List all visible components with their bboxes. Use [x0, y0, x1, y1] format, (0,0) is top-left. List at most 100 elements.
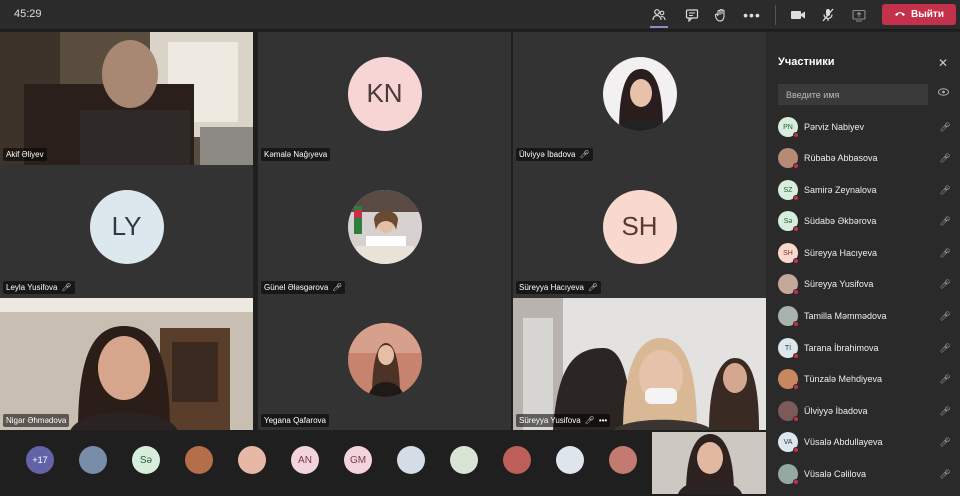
participant-avatar: SH: [602, 189, 677, 264]
participant-name-label: Nigar Əhmədova: [3, 414, 70, 427]
strip-avatar[interactable]: [450, 446, 478, 474]
leave-label: Выйти: [911, 9, 944, 20]
mic-off-icon: 🎤︎: [332, 283, 343, 292]
video-tile[interactable]: Akif Əliyev: [0, 32, 253, 165]
participant-row[interactable]: Vüsalə Cəlilova 🎤︎: [778, 462, 958, 486]
meeting-toolbar: 45:29 ••• Выйти: [0, 0, 960, 30]
participant-name: Vüsalə Abdullayeva: [804, 437, 883, 447]
mic-off-icon: 🎤︎: [939, 278, 951, 289]
participant-avatar: SZ: [778, 180, 799, 201]
mic-off-icon[interactable]: [817, 4, 839, 26]
participant-avatar: Sə: [778, 211, 799, 232]
camera-icon[interactable]: [787, 4, 809, 26]
participant-avatar: [778, 401, 799, 422]
participant-row[interactable]: Süreyya Yusifova 🎤︎: [778, 272, 958, 296]
strip-avatar[interactable]: [609, 446, 637, 474]
raise-hand-icon[interactable]: [710, 4, 732, 26]
visibility-icon[interactable]: [938, 88, 949, 99]
participant-name-label: Kəmalə Nağıyeva: [261, 148, 331, 161]
strip-avatar[interactable]: [503, 446, 531, 474]
more-options-icon[interactable]: •••: [599, 416, 607, 425]
mic-off-icon: 🎤︎: [939, 342, 951, 353]
strip-avatar[interactable]: GM: [344, 446, 372, 474]
participant-name-label: Leyla Yusifova 🎤︎: [3, 281, 75, 294]
strip-avatar[interactable]: [397, 446, 425, 474]
mic-off-icon: 🎤︎: [61, 283, 72, 292]
video-tile[interactable]: Nigar Əhmədova: [0, 298, 253, 431]
leave-button[interactable]: Выйти: [882, 4, 956, 25]
participant-avatar: [347, 322, 422, 397]
participant-name-label: Süreyya Hacıyeva 🎤︎: [516, 281, 602, 294]
participant-row[interactable]: VA Vüsalə Abdullayeva 🎤︎: [778, 430, 958, 454]
participant-name: Tamilla Məmmədova: [804, 311, 887, 321]
participant-avatar: [778, 464, 799, 485]
close-icon[interactable]: ✕: [938, 56, 948, 70]
video-tile[interactable]: Yegana Qafarova: [258, 298, 511, 431]
participant-row[interactable]: PN Pərviz Nabiyev 🎤︎: [778, 115, 958, 139]
strip-avatar[interactable]: AN: [291, 446, 319, 474]
participant-name-label: Akif Əliyev: [3, 148, 47, 161]
participant-name: Ülviyyə İbadova: [804, 406, 868, 416]
people-icon[interactable]: [648, 4, 670, 28]
participant-avatar: Tİ: [778, 338, 799, 359]
participant-row[interactable]: Tİ Tarana İbrahimova 🎤︎: [778, 336, 958, 360]
mic-off-icon: 🎤︎: [939, 405, 951, 416]
participant-name-label: Ülviyyə İbadova 🎤︎: [516, 148, 593, 161]
mic-off-icon: 🎤︎: [939, 310, 951, 321]
participant-video: [513, 298, 766, 431]
mic-off-icon: 🎤︎: [939, 247, 951, 258]
strip-avatar[interactable]: Sə: [132, 446, 160, 474]
mic-off-icon: 🎤︎: [939, 468, 951, 479]
phone-icon: [894, 9, 906, 20]
video-tile[interactable]: LY Leyla Yusifova 🎤︎: [0, 165, 253, 298]
strip-avatar[interactable]: [79, 446, 107, 474]
participant-avatar: [602, 56, 677, 131]
mic-off-icon: 🎤︎: [939, 184, 951, 195]
participant-avatar: [778, 306, 799, 327]
participant-search-input[interactable]: [778, 84, 928, 105]
participant-name: Pərviz Nabiyev: [804, 122, 865, 132]
self-view-image: [652, 432, 766, 494]
participants-panel: Участники ✕ PN Pərviz Nabiyev 🎤︎ Rübabə …: [766, 32, 960, 496]
strip-avatar[interactable]: [238, 446, 266, 474]
participant-avatar: [778, 369, 799, 390]
strip-avatar[interactable]: [556, 446, 584, 474]
share-icon[interactable]: [848, 4, 870, 26]
video-grid: Akif Əliyev KN Kəmalə Nağıyeva Ülviyyə İ…: [0, 32, 766, 431]
video-tile[interactable]: KN Kəmalə Nağıyeva: [258, 32, 511, 165]
mic-off-icon: 🎤︎: [587, 283, 599, 292]
mic-off-icon: 🎤︎: [584, 416, 595, 425]
participant-name: Samirə Zeynalova: [804, 185, 877, 195]
more-participants-badge[interactable]: +17: [26, 446, 54, 474]
participant-avatar: VA: [778, 432, 799, 453]
video-tile[interactable]: Ülviyyə İbadova 🎤︎: [513, 32, 766, 165]
participant-name: Tünzalə Mehdiyeva: [804, 374, 883, 384]
participant-name: Tarana İbrahimova: [804, 343, 879, 353]
participant-avatar: LY: [89, 189, 164, 264]
participant-avatar: [778, 148, 799, 169]
teams-meeting-window: 45:29 ••• Выйти Akif Əliyev KN Kəmalə Na…: [0, 0, 960, 496]
video-tile[interactable]: Süreyya Yusifova 🎤︎ •••: [513, 298, 766, 431]
strip-avatar[interactable]: [185, 446, 213, 474]
participant-row[interactable]: Tünzalə Mehdiyeva 🎤︎: [778, 367, 958, 391]
participant-name-label: Günel Ələsgərova 🎤︎: [261, 281, 346, 294]
participant-name: Süreyya Yusifova: [804, 279, 874, 289]
participant-row[interactable]: Sə Südabə Əkbərova 🎤︎: [778, 209, 958, 233]
mic-off-icon: 🎤︎: [939, 215, 951, 226]
video-tile[interactable]: SH Süreyya Hacıyeva 🎤︎: [513, 165, 766, 298]
participant-row[interactable]: Tamilla Məmmədova 🎤︎: [778, 304, 958, 328]
chat-icon[interactable]: [681, 4, 703, 26]
participant-name: Südabə Əkbərova: [804, 216, 877, 226]
participant-avatar: [778, 274, 799, 295]
participant-row[interactable]: SZ Samirə Zeynalova 🎤︎: [778, 178, 958, 202]
mic-off-icon: 🎤︎: [939, 121, 951, 132]
self-view-video[interactable]: [652, 432, 766, 494]
video-tile[interactable]: Günel Ələsgərova 🎤︎: [258, 165, 511, 298]
participant-row[interactable]: SH Süreyya Hacıyeva 🎤︎: [778, 241, 958, 265]
participant-row[interactable]: Rübabə Abbasova 🎤︎: [778, 146, 958, 170]
more-icon[interactable]: •••: [741, 4, 763, 26]
participant-row[interactable]: Ülviyyə İbadova 🎤︎: [778, 399, 958, 423]
participant-name-label: Yegana Qafarova: [261, 414, 329, 427]
mic-off-icon: 🎤︎: [939, 436, 951, 447]
participant-avatar: SH: [778, 243, 799, 264]
